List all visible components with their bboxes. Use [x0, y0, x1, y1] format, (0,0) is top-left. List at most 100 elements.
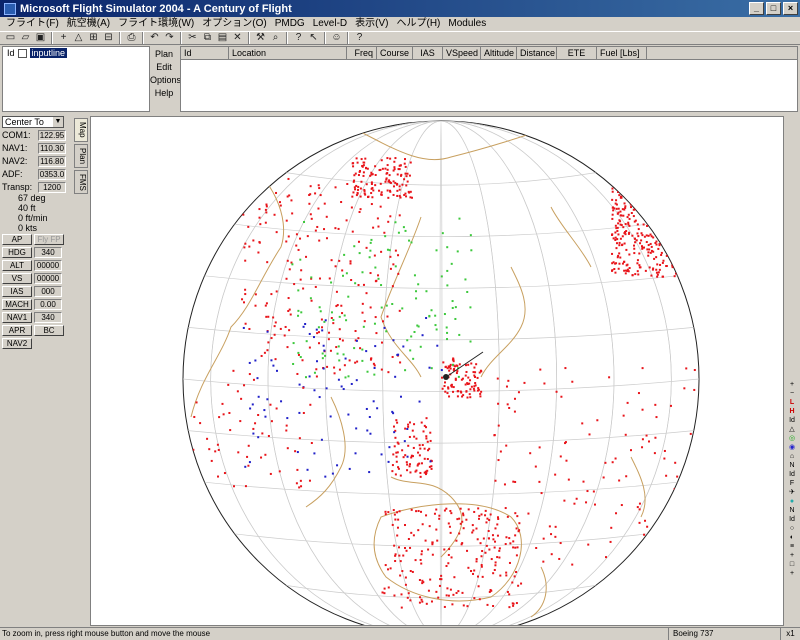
north-up-icon[interactable]: N	[786, 506, 798, 515]
radio-value[interactable]: 122.95	[38, 129, 66, 141]
plan-menu-options[interactable]: Options	[150, 74, 181, 87]
maximize-button[interactable]: □	[766, 2, 781, 15]
radio-value[interactable]: 0353.0	[38, 168, 66, 180]
info-icon[interactable]: ?	[353, 32, 366, 44]
aircraft-icon[interactable]: ✈	[786, 488, 798, 497]
menu-pmdg[interactable]: PMDG	[271, 17, 309, 31]
ndb-icon[interactable]: ◉	[786, 443, 798, 452]
tab-map[interactable]: Map	[74, 118, 88, 142]
high-airways-icon[interactable]: H	[786, 407, 798, 416]
help-icon[interactable]: ?	[292, 32, 305, 44]
column-ete[interactable]: ETE	[557, 47, 597, 59]
globe-map[interactable]	[91, 117, 784, 626]
menu-world[interactable]: フライト環境(W)	[114, 17, 198, 31]
menu-view[interactable]: 表示(V)	[351, 17, 392, 31]
column-distance[interactable]: Distance	[517, 47, 557, 59]
vs-button[interactable]: VS	[2, 273, 32, 284]
delete-icon[interactable]: ✕	[231, 32, 244, 44]
menu-modules[interactable]: Modules	[444, 17, 490, 31]
column-course[interactable]: Course	[377, 47, 413, 59]
zoom-in-icon[interactable]: +	[786, 380, 798, 389]
mach-button[interactable]: MACH	[2, 299, 32, 310]
column-ias[interactable]: IAS	[413, 47, 443, 59]
radio-value[interactable]: 116.80	[38, 155, 66, 167]
tab-fms[interactable]: FMS	[74, 169, 88, 195]
column-altitude[interactable]: Altitude	[481, 47, 517, 59]
hdg-button[interactable]: HDG	[2, 247, 32, 258]
layers-icon[interactable]: ≡	[786, 542, 798, 551]
paste-icon[interactable]: ▤	[216, 32, 229, 44]
alt-value[interactable]: 00000	[34, 260, 62, 271]
column-vspeed[interactable]: VSpeed	[443, 47, 481, 59]
undo-icon[interactable]: ↶	[148, 32, 161, 44]
cut-icon[interactable]: ✂	[186, 32, 199, 44]
fly-fp-button[interactable]: Fly FP	[34, 234, 64, 245]
column-fuel[interactable]: Fuel [Lbs]	[597, 47, 647, 59]
column-id[interactable]: Id	[181, 47, 229, 59]
plan-menu-help[interactable]: Help	[150, 87, 178, 100]
add-waypoint-icon[interactable]: +	[57, 32, 70, 44]
ap-button[interactable]: AP	[2, 234, 32, 245]
radio-value[interactable]: 110.30	[38, 142, 66, 154]
airport-filter-icon[interactable]: △	[786, 425, 798, 434]
close-button[interactable]: ×	[783, 2, 798, 15]
center-icon[interactable]: +	[786, 569, 798, 578]
plan-menu-edit[interactable]: Edit	[150, 61, 178, 74]
ndb-filter-icon[interactable]: ●	[786, 497, 798, 506]
map-view[interactable]	[90, 116, 784, 626]
id-checkbox[interactable]	[17, 48, 27, 58]
open-icon[interactable]: ▱	[19, 32, 32, 44]
ias-button[interactable]: IAS	[2, 286, 32, 297]
plan-menu-plan[interactable]: Plan	[150, 48, 178, 61]
circle-icon[interactable]: ○	[786, 524, 798, 533]
minimize-button[interactable]: _	[749, 2, 764, 15]
search-icon[interactable]: ⌕	[269, 32, 282, 44]
tab-plan[interactable]: Plan	[74, 143, 88, 168]
range-icon[interactable]: ◐	[786, 533, 798, 542]
new-icon[interactable]: ▭	[4, 32, 17, 44]
alt-button[interactable]: ALT	[2, 260, 32, 271]
column-location[interactable]: Location	[229, 47, 347, 59]
navaid-dot	[438, 514, 441, 517]
menu-help[interactable]: ヘルプ(H)	[393, 17, 445, 31]
nav1-value[interactable]: 340	[34, 312, 62, 323]
column-freq[interactable]: Freq	[347, 47, 377, 59]
frame-icon[interactable]: □	[786, 560, 798, 569]
mach-value[interactable]: 0.00	[34, 299, 62, 310]
remove-icon[interactable]: ⊟	[102, 32, 115, 44]
center-to-dropdown[interactable]: Center To ▼	[2, 116, 64, 128]
menu-aircraft[interactable]: 航空機(A)	[63, 17, 114, 31]
crosshair-icon[interactable]: +	[786, 551, 798, 560]
aircraft-icon[interactable]	[443, 374, 449, 380]
nav1-button[interactable]: NAV1	[2, 312, 32, 323]
fix-icon[interactable]: ⌂	[786, 452, 798, 461]
ias-value[interactable]: 000	[34, 286, 62, 297]
freq-icon[interactable]: F	[786, 479, 798, 488]
menu-level-d[interactable]: Level-D	[309, 17, 351, 31]
ndb-id-icon[interactable]: Id	[786, 515, 798, 524]
input-line[interactable]: inputline	[29, 48, 68, 58]
zoom-out-icon[interactable]: −	[786, 389, 798, 398]
vor-id-icon[interactable]: Id	[786, 470, 798, 479]
apr-button[interactable]: APR	[2, 325, 32, 336]
menu-options[interactable]: オプション(O)	[198, 17, 270, 31]
hdg-value[interactable]: 340	[34, 247, 62, 258]
tool-icon[interactable]: ⚒	[254, 32, 267, 44]
vs-value[interactable]: 00000	[34, 273, 62, 284]
pilot-icon[interactable]: ☺	[330, 32, 343, 44]
copy-icon[interactable]: ⧉	[201, 32, 214, 44]
airport-icon[interactable]: △	[72, 32, 85, 44]
bc-button[interactable]: BC	[34, 325, 64, 336]
nav2-button[interactable]: NAV2	[2, 338, 32, 349]
menu-flight[interactable]: フライト(F)	[2, 17, 63, 31]
print-icon[interactable]: ⎙	[125, 32, 138, 44]
vor-icon[interactable]: ◎	[786, 434, 798, 443]
airport-id-icon[interactable]: Id	[786, 416, 798, 425]
save-icon[interactable]: ▣	[34, 32, 47, 44]
redo-icon[interactable]: ↷	[163, 32, 176, 44]
radio-value[interactable]: 1200	[38, 181, 66, 193]
insert-icon[interactable]: ⊞	[87, 32, 100, 44]
whats-this-icon[interactable]: ↖	[307, 32, 320, 44]
north-icon[interactable]: N	[786, 461, 798, 470]
low-airways-icon[interactable]: L	[786, 398, 798, 407]
